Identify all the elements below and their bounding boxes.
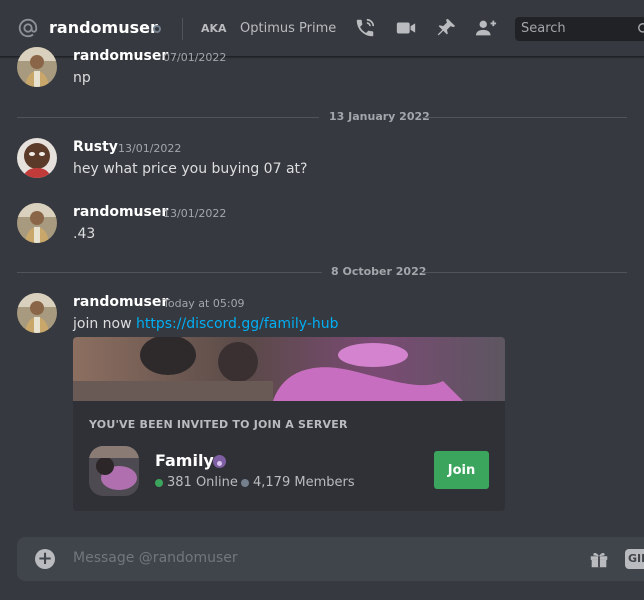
avatar[interactable] bbox=[17, 293, 57, 333]
message-timestamp: 13/01/2022 bbox=[163, 207, 227, 220]
message-text-prefix: join now bbox=[73, 316, 137, 332]
message-composer[interactable]: + Message @randomuser GIF bbox=[17, 537, 644, 581]
date-divider-label: 13 January 2022 bbox=[329, 110, 430, 123]
message-author[interactable]: randomuser bbox=[73, 294, 168, 310]
join-button[interactable]: Join bbox=[434, 451, 489, 489]
search-input[interactable]: Search bbox=[515, 17, 644, 41]
message-timestamp: 07/01/2022 bbox=[163, 51, 227, 64]
members-dot-icon bbox=[241, 479, 249, 487]
message-timestamp: Today at 05:09 bbox=[163, 297, 245, 310]
member-count: 4,179 Members bbox=[253, 475, 355, 490]
gift-icon[interactable] bbox=[588, 548, 610, 570]
aka-name: Optimus Prime bbox=[240, 21, 337, 36]
online-count: 381 Online bbox=[167, 475, 238, 490]
dm-username-title: randomuser bbox=[49, 18, 158, 37]
online-dot-icon bbox=[155, 479, 163, 487]
date-divider-label: 8 October 2022 bbox=[331, 265, 427, 278]
message-author[interactable]: Rusty bbox=[73, 139, 118, 155]
gif-picker-button[interactable]: GIF bbox=[625, 549, 644, 569]
invite-banner-image bbox=[73, 337, 505, 401]
avatar[interactable] bbox=[17, 138, 57, 178]
invite-title: YOU'VE BEEN INVITED TO JOIN A SERVER bbox=[89, 418, 348, 431]
video-icon[interactable] bbox=[395, 17, 417, 39]
divider-line bbox=[420, 272, 627, 273]
partner-badge-icon bbox=[213, 455, 226, 468]
message-author[interactable]: randomuser bbox=[73, 204, 168, 220]
add-friend-icon[interactable] bbox=[475, 17, 497, 39]
message-text: join now https://discord.gg/family-hub bbox=[73, 316, 339, 332]
pin-icon[interactable] bbox=[435, 17, 457, 39]
server-name[interactable]: Family bbox=[155, 451, 214, 470]
search-placeholder: Search bbox=[521, 21, 566, 36]
message-text: .43 bbox=[73, 226, 96, 242]
avatar[interactable] bbox=[17, 47, 57, 87]
invite-link[interactable]: https://discord.gg/family-hub bbox=[136, 316, 339, 332]
message-text: hey what price you buying 07 at? bbox=[73, 161, 308, 177]
server-invite-card: YOU'VE BEEN INVITED TO JOIN A SERVER Fam… bbox=[73, 401, 505, 511]
search-icon bbox=[638, 23, 644, 33]
divider-line bbox=[422, 117, 627, 118]
add-attachment-icon[interactable]: + bbox=[35, 549, 55, 569]
at-icon bbox=[18, 18, 38, 38]
date-divider: 13 January 2022 bbox=[17, 110, 627, 124]
phone-icon[interactable] bbox=[354, 17, 376, 39]
message-input[interactable]: Message @randomuser bbox=[73, 550, 238, 566]
header-divider bbox=[182, 18, 183, 40]
avatar[interactable] bbox=[17, 203, 57, 243]
aka-label: AKA bbox=[201, 22, 227, 35]
server-icon[interactable] bbox=[89, 446, 139, 496]
date-divider: 8 October 2022 bbox=[17, 265, 627, 279]
message-timestamp: 13/01/2022 bbox=[118, 142, 182, 155]
message-author[interactable]: randomuser bbox=[73, 48, 168, 64]
divider-line bbox=[17, 117, 319, 118]
message-text: np bbox=[73, 70, 91, 86]
status-icon bbox=[153, 25, 161, 33]
divider-line bbox=[17, 272, 322, 273]
